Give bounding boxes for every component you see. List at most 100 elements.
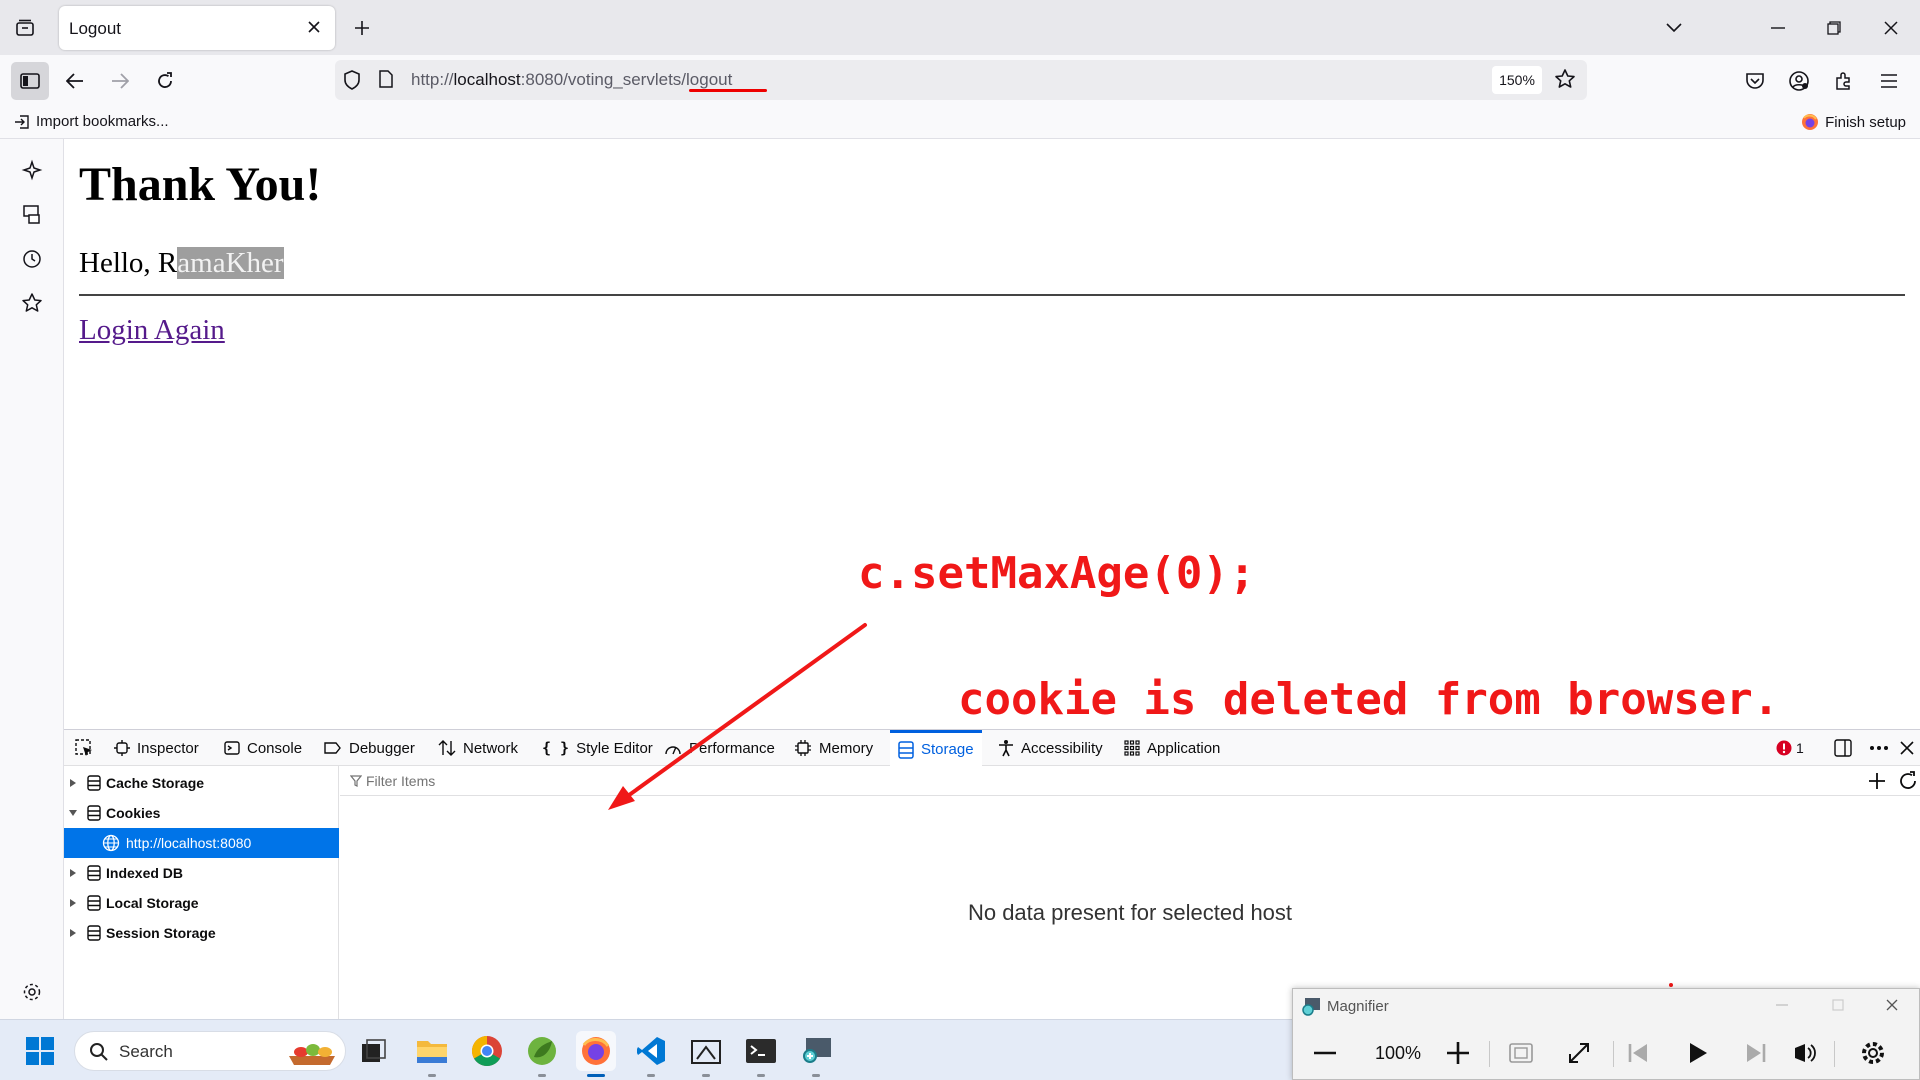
bookmarks-icon[interactable] — [19, 290, 45, 316]
history-icon[interactable] — [19, 246, 45, 272]
dock-side-icon[interactable] — [1834, 730, 1852, 766]
magnifier-maximize-icon[interactable] — [1823, 993, 1853, 1017]
windows-start-icon[interactable] — [20, 1031, 60, 1071]
shield-icon[interactable] — [343, 70, 361, 95]
pocket-icon[interactable] — [1736, 62, 1774, 100]
annotation-code: c.setMaxAge(0); — [858, 548, 1256, 599]
firefox-taskbar-icon[interactable] — [576, 1031, 616, 1071]
vscode-icon[interactable] — [631, 1031, 671, 1071]
finish-setup-button[interactable]: Finish setup — [1801, 113, 1906, 131]
chevron-down-icon[interactable] — [1660, 14, 1688, 42]
synced-tabs-icon[interactable] — [19, 201, 45, 227]
page-content: Thank You! Hello, RamaKher Login Again — [64, 139, 1920, 729]
account-icon[interactable] — [1780, 62, 1818, 100]
terminal-icon[interactable] — [741, 1031, 781, 1071]
play-icon[interactable] — [1678, 1033, 1718, 1073]
tree-item-indexed-db[interactable]: Indexed DB — [64, 858, 339, 888]
previous-paragraph-icon[interactable] — [1618, 1033, 1658, 1073]
login-again-link[interactable]: Login Again — [79, 314, 225, 347]
close-window-icon[interactable] — [1877, 14, 1905, 42]
tab-network[interactable]: Network — [438, 730, 518, 766]
view-mode-icon[interactable] — [1501, 1033, 1541, 1073]
page-heading: Thank You! — [79, 158, 322, 211]
extensions-icon[interactable] — [1825, 62, 1863, 100]
search-highlight-image-icon — [289, 1044, 335, 1065]
task-view-icon[interactable] — [354, 1031, 394, 1071]
filter-items-input[interactable]: Filter Items — [340, 766, 1920, 796]
performance-icon — [665, 746, 681, 755]
magnifier-taskbar-icon[interactable] — [796, 1031, 836, 1071]
running-indicator — [538, 1074, 546, 1077]
snipping-tool-icon[interactable] — [686, 1031, 726, 1071]
read-from-here-icon[interactable] — [1784, 1033, 1824, 1073]
expand-arrow-icon[interactable] — [64, 898, 82, 908]
search-label: Search — [119, 1042, 173, 1061]
close-tab-icon[interactable] — [303, 16, 325, 38]
error-count-badge[interactable]: 1 — [1776, 730, 1804, 766]
expand-arrow-icon[interactable] — [64, 868, 82, 878]
url-text[interactable]: http://localhost:8080/voting_servlets/lo… — [411, 70, 732, 90]
menu-icon[interactable] — [1870, 62, 1908, 100]
new-tab-icon[interactable] — [348, 14, 376, 42]
spring-tool-suite-icon[interactable] — [522, 1031, 562, 1071]
minimize-icon[interactable] — [1764, 14, 1792, 42]
zoom-in-icon[interactable] — [1438, 1033, 1478, 1073]
tab-application[interactable]: Application — [1124, 730, 1220, 766]
magnifier-zoom-level: 100% — [1374, 1043, 1422, 1063]
tree-item-cache-storage[interactable]: Cache Storage — [64, 768, 339, 798]
url-bar[interactable]: http://localhost:8080/voting_servlets/lo… — [335, 60, 1587, 100]
bookmark-star-icon[interactable] — [1554, 68, 1576, 95]
zoom-level-badge[interactable]: 150% — [1492, 66, 1542, 94]
tree-item-localhost-cookies[interactable]: http://localhost:8080 — [64, 828, 339, 858]
expand-arrow-icon[interactable] — [64, 778, 82, 788]
forward-icon[interactable] — [101, 62, 139, 100]
tab-list-icon[interactable] — [10, 14, 40, 42]
refresh-items-icon[interactable] — [1898, 771, 1918, 796]
network-icon — [438, 740, 456, 756]
collapse-arrow-icon[interactable] — [64, 809, 82, 817]
tab-logout[interactable]: Logout — [59, 6, 335, 50]
sidebar-toggle-icon[interactable] — [11, 62, 49, 100]
chrome-icon[interactable] — [467, 1031, 507, 1071]
tree-item-local-storage[interactable]: Local Storage — [64, 888, 339, 918]
close-devtools-icon[interactable] — [1900, 730, 1914, 766]
tab-console[interactable]: Console — [224, 730, 302, 766]
fullscreen-expand-icon[interactable] — [1559, 1033, 1599, 1073]
zoom-out-icon[interactable] — [1305, 1033, 1345, 1073]
magnifier-minimize-icon[interactable] — [1767, 993, 1797, 1017]
tree-item-cookies[interactable]: Cookies — [64, 798, 339, 828]
file-explorer-icon[interactable] — [412, 1031, 452, 1071]
tab-debugger[interactable]: Debugger — [324, 730, 415, 766]
database-icon — [82, 805, 106, 821]
restore-icon[interactable] — [1820, 14, 1848, 42]
back-icon[interactable] — [56, 62, 94, 100]
tab-inspector[interactable]: Inspector — [114, 730, 199, 766]
import-bookmarks-button[interactable]: Import bookmarks... — [14, 113, 169, 130]
customize-sidebar-gear-icon[interactable] — [19, 979, 45, 1005]
add-item-icon[interactable] — [1867, 771, 1887, 796]
tab-accessibility[interactable]: Accessibility — [998, 730, 1103, 766]
next-paragraph-icon[interactable] — [1736, 1033, 1776, 1073]
ai-chatbot-icon[interactable] — [19, 157, 45, 183]
tab-style-editor[interactable]: { } Style Editor — [542, 730, 653, 766]
filter-icon — [350, 775, 362, 787]
tree-item-session-storage[interactable]: Session Storage — [64, 918, 339, 948]
magnifier-close-icon[interactable] — [1877, 993, 1907, 1017]
globe-icon — [102, 834, 120, 852]
firefox-logo-icon — [1802, 114, 1819, 130]
page-info-icon[interactable] — [379, 70, 393, 93]
expand-arrow-icon[interactable] — [64, 928, 82, 938]
taskbar-search-input[interactable]: Search — [74, 1031, 346, 1071]
tab-storage[interactable]: Storage — [890, 730, 982, 766]
database-icon — [82, 895, 106, 911]
more-options-icon[interactable] — [1869, 730, 1889, 766]
import-icon — [15, 114, 29, 129]
tab-performance[interactable]: Performance — [664, 730, 775, 766]
bookmarks-toolbar: Import bookmarks... Finish setup — [0, 105, 1920, 139]
element-picker-icon[interactable] — [74, 730, 94, 766]
magnifier-settings-gear-icon[interactable] — [1853, 1033, 1893, 1073]
running-indicator — [757, 1074, 765, 1077]
separator — [1613, 1041, 1614, 1067]
tab-memory[interactable]: Memory — [794, 730, 873, 766]
reload-icon[interactable] — [146, 62, 184, 100]
